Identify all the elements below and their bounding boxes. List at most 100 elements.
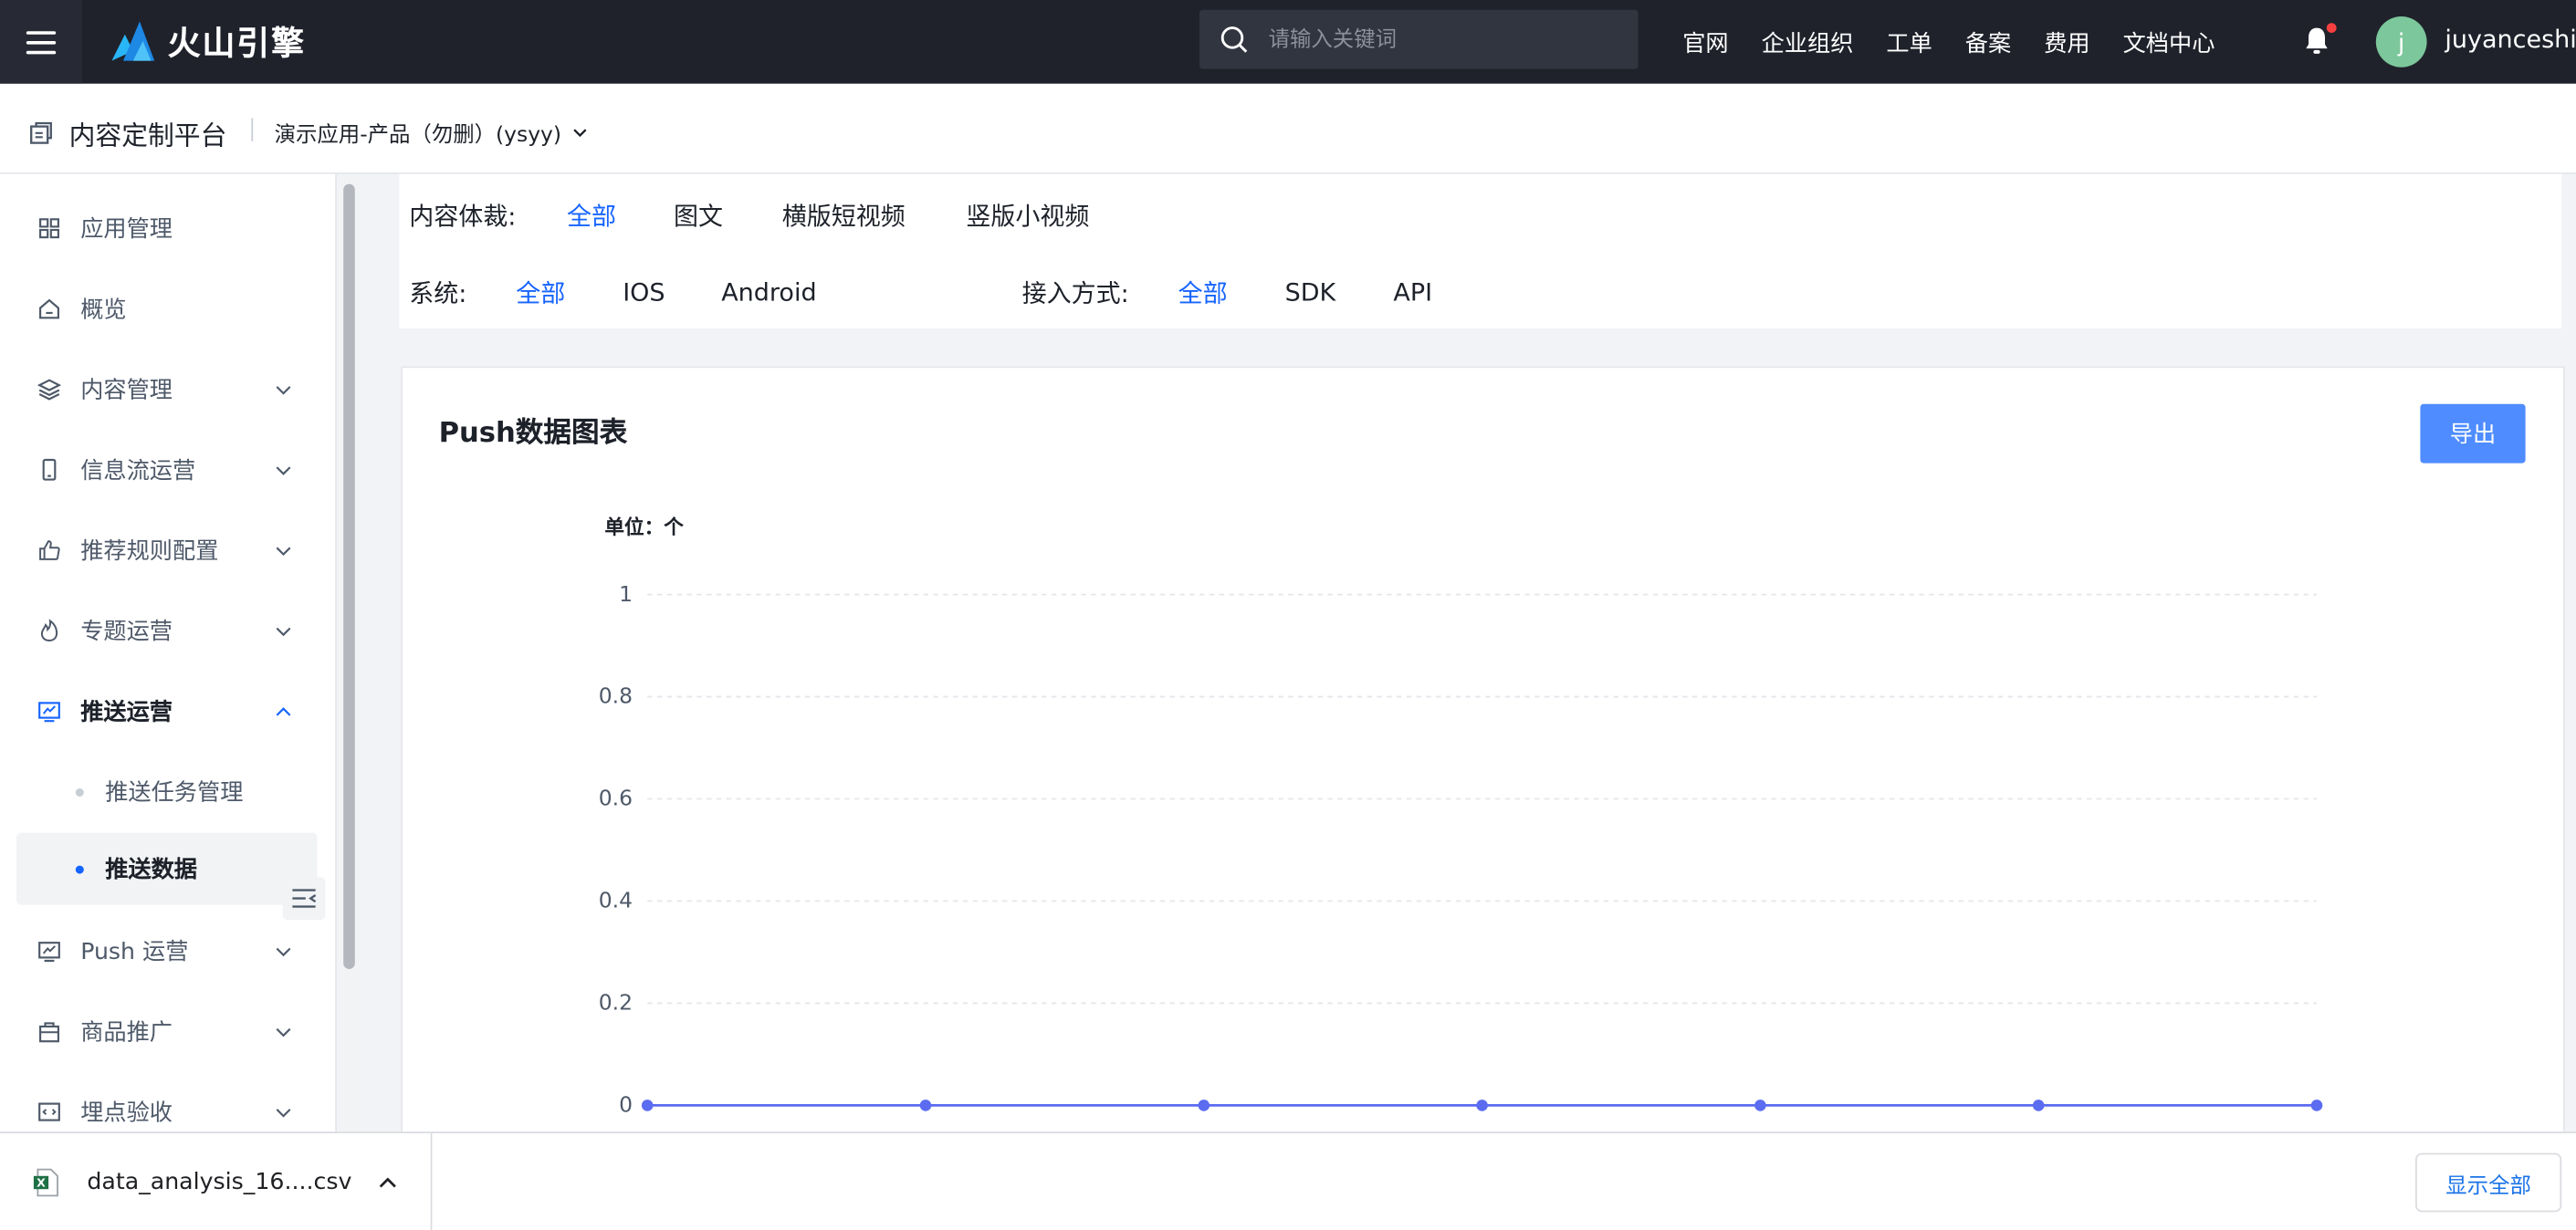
chevron-down-icon (276, 546, 291, 556)
bag-icon (39, 1022, 59, 1043)
username[interactable]: juyanceshi (2445, 25, 2576, 54)
chevron-down-icon (276, 385, 291, 394)
sidebar-item-topic-operations[interactable]: 专题运营 (16, 596, 317, 665)
genre-filter-label: 内容体裁: (409, 201, 517, 231)
chevron-down-icon (572, 128, 586, 137)
sidebar-subitem-push-tasks[interactable]: 推送任务管理 (16, 757, 317, 827)
excel-file-icon: X (33, 1168, 58, 1197)
volcano-logo-icon (111, 20, 155, 60)
sidebar-item-label: 推送运营 (80, 699, 173, 726)
search-box[interactable] (1199, 9, 1639, 69)
chevron-down-icon (276, 946, 291, 956)
platform-title: 内容定制平台 (28, 113, 227, 152)
data-point[interactable] (2032, 1100, 2045, 1111)
genre-option-vertical-video[interactable]: 竖版小视频 (966, 198, 1089, 233)
sidebar-item-feed-operations[interactable]: 信息流运营 (16, 435, 317, 505)
sidebar-item-tracking-acceptance[interactable]: 埋点验收 (16, 1078, 317, 1131)
svg-text:X: X (37, 1175, 46, 1189)
search-input[interactable] (1265, 25, 1601, 54)
phone-icon (42, 458, 57, 481)
genre-option-all[interactable]: 全部 (567, 198, 616, 233)
sidebar-item-label: 商品推广 (80, 1019, 173, 1047)
code-icon (38, 1102, 60, 1121)
data-point[interactable] (1754, 1100, 1766, 1111)
nav-billing[interactable]: 费用 (2044, 26, 2089, 58)
data-point[interactable] (2310, 1100, 2323, 1111)
sidebar-item-app-management[interactable]: 应用管理 (16, 193, 317, 263)
scrollbar-thumb[interactable] (343, 183, 355, 970)
genre-filter-row: 内容体裁: 全部 图文 横版短视频 竖版小视频 (409, 199, 2545, 232)
chevron-down-icon (276, 1027, 291, 1037)
hamburger-icon (26, 30, 57, 54)
chevron-down-icon (276, 1108, 291, 1117)
system-option-ios[interactable]: IOS (623, 277, 665, 307)
sidebar-collapse-button[interactable] (282, 877, 326, 920)
download-item[interactable]: X data_analysis_16....csv (0, 1133, 433, 1230)
nav-docs[interactable]: 文档中心 (2123, 26, 2215, 58)
chart-card: Push数据图表 导出 单位：个 0 0.2 0.4 0.6 0.8 1 (401, 366, 2565, 1141)
sidebar-item-label: 推荐规则配置 (80, 538, 219, 566)
data-point[interactable] (1198, 1100, 1210, 1111)
bullet-dot (75, 864, 84, 873)
top-bar: 火山引擎 官网 企业组织 工单 备案 费用 文档中心 j juyanceshi (0, 0, 2576, 84)
nav-official-site[interactable]: 官网 (1682, 26, 1728, 58)
y-tick-label: 0.6 (599, 786, 633, 811)
bullet-dot (75, 787, 84, 797)
data-point[interactable] (919, 1100, 932, 1111)
y-tick-label: 0 (619, 1092, 633, 1118)
chevron-down-icon (276, 465, 291, 474)
sidebar-item-label: 信息流运营 (80, 458, 196, 485)
sidebar-item-label: 推送任务管理 (105, 780, 244, 807)
notification-bell-button[interactable] (2300, 23, 2337, 57)
nav-filing[interactable]: 备案 (1965, 26, 2011, 58)
genre-option-article[interactable]: 图文 (674, 198, 723, 233)
app-selector[interactable]: 演示应用-产品（勿删）(ysyy) (275, 117, 588, 148)
sidebar-item-recommend-rules[interactable]: 推荐规则配置 (16, 516, 317, 585)
notification-dot (2326, 23, 2337, 33)
access-option-all[interactable]: 全部 (1178, 276, 1228, 310)
platform-icon (30, 121, 52, 144)
system-option-all[interactable]: 全部 (516, 276, 565, 310)
chevron-up-icon (379, 1177, 396, 1188)
sidebar-item-content-management[interactable]: 内容管理 (16, 355, 317, 424)
sidebar-subitem-push-data[interactable]: 推送数据 (16, 832, 318, 905)
hamburger-menu-button[interactable] (0, 0, 82, 84)
avatar[interactable]: j (2375, 16, 2427, 68)
sidebar-item-overview[interactable]: 概览 (16, 275, 317, 344)
chevron-down-icon (276, 626, 291, 636)
y-tick-label: 1 (619, 581, 633, 607)
nav-tickets[interactable]: 工单 (1886, 26, 1932, 58)
divider (251, 118, 254, 141)
sidebar-item-product-promotion[interactable]: 商品推广 (16, 997, 317, 1067)
nav-organization[interactable]: 企业组织 (1762, 26, 1854, 58)
sidebar-item-label: Push 运营 (80, 939, 189, 966)
access-option-sdk[interactable]: SDK (1285, 277, 1336, 307)
layers-icon (37, 379, 61, 401)
sidebar-item-push-operations[interactable]: 推送运营 (16, 677, 317, 746)
line-chart: 0 0.2 0.4 0.6 0.8 1 (599, 581, 2323, 1118)
chevron-up-icon (276, 706, 291, 715)
sidebar-scrollbar[interactable] (338, 177, 361, 1132)
thumb-up-icon (39, 540, 60, 560)
system-filter-label: 系统: (409, 278, 467, 308)
push-icon (38, 702, 60, 723)
system-option-android[interactable]: Android (721, 277, 816, 307)
download-filename: data_analysis_16....csv (87, 1169, 352, 1196)
brand-name: 火山引擎 (167, 23, 306, 63)
brand-logo[interactable]: 火山引擎 (109, 16, 306, 64)
show-all-downloads-button[interactable]: 显示全部 (2415, 1152, 2562, 1213)
y-tick-label: 0.4 (599, 888, 633, 913)
data-point[interactable] (641, 1100, 654, 1111)
genre-option-horizontal-video[interactable]: 横版短视频 (782, 198, 906, 233)
y-tick-label: 0.8 (599, 683, 633, 709)
sidebar-item-label: 应用管理 (80, 216, 173, 244)
sidebar-item-push-ops[interactable]: Push 运营 (16, 916, 317, 985)
sidebar: 应用管理 概览 内容管理 信息流运营 推荐规则配置 专题运营 推送运营 推送任务… (0, 173, 337, 1132)
platform-name: 内容定制平台 (68, 120, 227, 151)
collapse-menu-icon (292, 889, 317, 908)
access-option-api[interactable]: API (1393, 277, 1432, 307)
sidebar-item-label: 埋点验收 (80, 1100, 173, 1127)
data-point[interactable] (1476, 1100, 1488, 1111)
grid-icon (39, 218, 59, 239)
filter-panel: 内容体裁: 全部 图文 横版短视频 竖版小视频 系统: 全部 IOS Andro… (399, 173, 2562, 328)
